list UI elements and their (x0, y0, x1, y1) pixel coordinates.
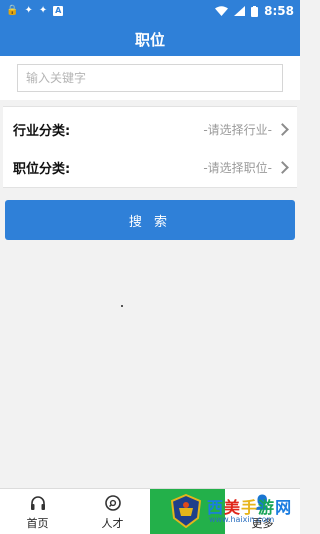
chevron-right-icon (276, 160, 289, 174)
bottom-tab-bar: 首页 人才 👤 更多 (0, 488, 300, 534)
wifi-icon (215, 6, 229, 16)
page-title: 职位 (0, 22, 300, 56)
status-left-icons: 🔒 ✦ ✦ A (6, 5, 64, 16)
chevron-right-icon (276, 122, 289, 136)
results-area (0, 246, 300, 488)
search-input[interactable] (17, 64, 283, 92)
stray-dot (121, 305, 123, 307)
lock-icon: 🔒 (6, 5, 19, 16)
tab-home[interactable]: 首页 (0, 489, 75, 534)
tab-more-label: 更多 (251, 516, 274, 530)
industry-filter-row[interactable]: 行业分类: -请选择行业- (3, 109, 297, 149)
tab-active[interactable] (150, 489, 225, 534)
tab-more[interactable]: 👤 更多 (225, 489, 300, 534)
tab-talent-label: 人才 (101, 516, 124, 530)
position-filter-value: -请选择职位- (203, 160, 272, 175)
clock: 8:58 (264, 4, 294, 18)
status-bar: 🔒 ✦ ✦ A 8:58 (0, 0, 300, 22)
status-right-icons: 8:58 (215, 4, 294, 18)
battery-icon (251, 5, 259, 17)
tab-talent[interactable]: 人才 (75, 489, 150, 534)
industry-filter-value: -请选择行业- (203, 122, 272, 137)
disc-icon (104, 493, 122, 513)
search-area (0, 56, 300, 100)
tab-home-label: 首页 (26, 516, 49, 530)
headphones-icon (29, 493, 47, 513)
person-icon: 👤 (253, 494, 272, 511)
search-button[interactable]: 搜 索 (5, 200, 295, 240)
filter-panel: 行业分类: -请选择行业- 职位分类: -请选择职位- (3, 106, 297, 188)
signal-icon (234, 6, 246, 16)
bug-icon: ✦ (38, 5, 48, 16)
position-filter-label: 职位分类: (13, 161, 71, 177)
industry-filter-label: 行业分类: (13, 123, 71, 139)
a-badge-icon: A (53, 6, 64, 16)
bug-icon: ✦ (24, 5, 33, 16)
position-filter-row[interactable]: 职位分类: -请选择职位- (3, 147, 297, 187)
